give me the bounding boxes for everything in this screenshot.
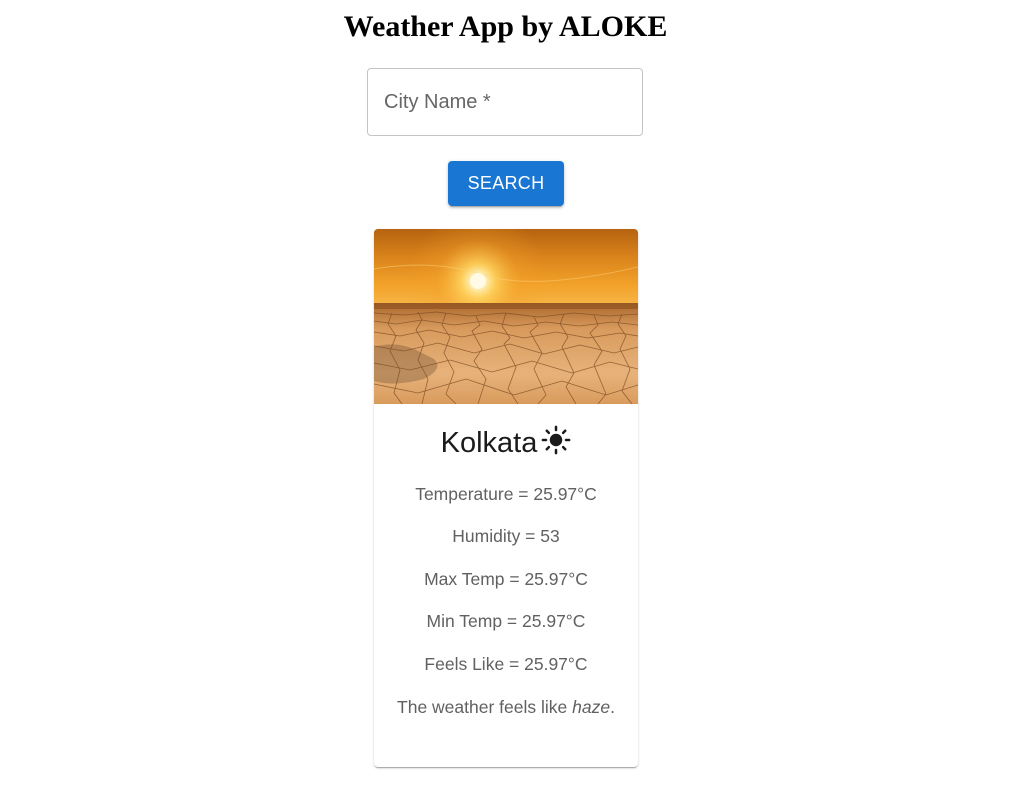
app-title: Weather App by ALOKE bbox=[343, 10, 668, 43]
weather-image bbox=[374, 229, 638, 404]
min-temp-text: Min Temp = 25.97°C bbox=[426, 611, 586, 631]
feels-like-text: Feels Like = 25.97°C bbox=[424, 654, 588, 674]
weather-description: The weather feels like haze. bbox=[374, 696, 638, 718]
weather-card: Kolkata Temperature = 25.97°C Humidity =… bbox=[374, 229, 638, 767]
temperature-text: Temperature = 25.97°C bbox=[415, 484, 597, 504]
city-name-input[interactable] bbox=[368, 69, 642, 135]
description-value: haze bbox=[572, 697, 611, 717]
sun-icon bbox=[541, 425, 571, 455]
description-prefix: The weather feels like bbox=[397, 697, 573, 717]
humidity-text: Humidity = 53 bbox=[452, 526, 560, 546]
city-name-field[interactable] bbox=[367, 68, 643, 136]
city-heading: Kolkata bbox=[374, 425, 638, 461]
city-name: Kolkata bbox=[440, 427, 538, 459]
max-temp-text: Max Temp = 25.97°C bbox=[424, 569, 588, 589]
search-button[interactable]: SEARCH bbox=[448, 161, 564, 206]
description-suffix: . bbox=[610, 697, 615, 717]
